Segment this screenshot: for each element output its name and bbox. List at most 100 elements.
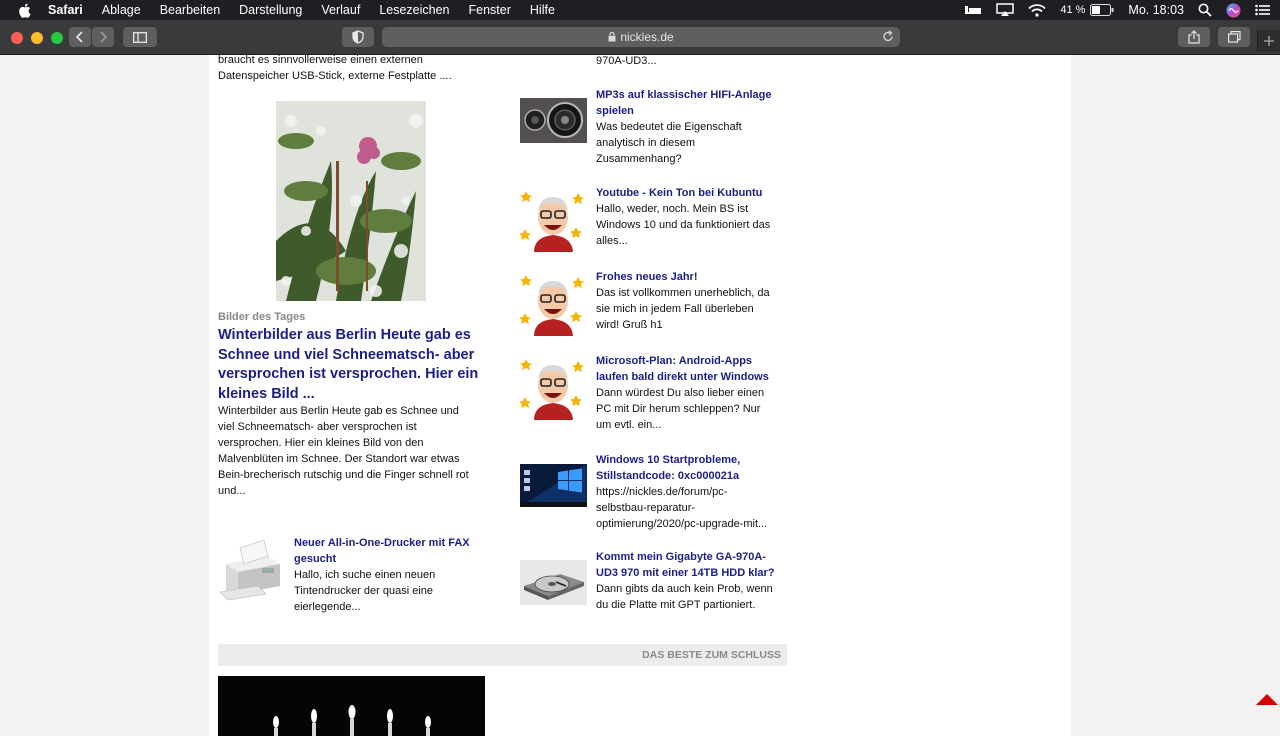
item-body-windows: https://nickles.de/forum/pc- selbstbau-r… [596, 484, 796, 532]
feature-title-line: kleines Bild ... [218, 385, 315, 402]
sidebar-toggle-button[interactable] [123, 27, 157, 47]
chevron-left-icon [75, 31, 83, 43]
safari-toolbar: nickles.de [0, 20, 1280, 55]
minimize-window-button[interactable] [31, 32, 43, 44]
item-body-line: alles... [596, 235, 628, 247]
bed-icon[interactable] [964, 4, 982, 16]
sidebar-icon [133, 31, 147, 43]
snippet-line: braucht es sinnvollerweise einen externe… [218, 55, 423, 66]
forward-button[interactable] [92, 27, 114, 47]
close-window-button[interactable] [11, 32, 23, 44]
item-body-line: Tintendrucker der quasi eine [294, 585, 434, 597]
item-title-link-gigabyte[interactable]: Kommt mein Gigabyte GA-970A- UD3 970 mit… [596, 549, 796, 581]
item-title-line: MP3s auf klassischer HIFI-Anlage [596, 89, 772, 101]
battery-icon[interactable] [1090, 4, 1114, 16]
plus-icon [1264, 36, 1274, 46]
item-title-line: Neuer All-in-One-Drucker mit FAX [294, 537, 470, 549]
item-body-line: Dann würdest Du also lieber einen [596, 387, 765, 399]
scroll-to-top-arrow-icon[interactable] [1256, 694, 1278, 705]
feature-body: Winterbilder aus Berlin Heute gab es Sch… [218, 403, 493, 499]
speaker-thumbnail[interactable] [520, 98, 587, 143]
zoom-window-button[interactable] [51, 32, 63, 44]
hdd-thumbnail[interactable] [520, 560, 587, 605]
siri-icon[interactable] [1226, 3, 1241, 18]
feature-title-line: Winterbilder aus Berlin Heute gab es [218, 327, 471, 343]
feature-body-line: Winterbilder aus Berlin Heute gab es Sch… [218, 405, 459, 417]
feature-body-line: versprochen. Hier ein kleines Bild von d… [218, 437, 424, 449]
wifi-icon[interactable] [1028, 3, 1046, 17]
menu-darstellung[interactable]: Darstellung [239, 3, 302, 17]
item-body-line: sie mich in jedem Fall überleben [596, 303, 754, 315]
printer-title-link[interactable]: Neuer All-in-One-Drucker mit FAX gesucht [294, 535, 494, 567]
item-title-link-neujahr[interactable]: Frohes neues Jahr! [596, 269, 796, 285]
printer-body: Hallo, ich suche einen neuen Tintendruck… [294, 567, 494, 615]
item-title-line: UD3 970 mit einer 14TB HDD klar? [596, 567, 775, 579]
printer-thumbnail[interactable] [218, 534, 285, 604]
item-title-line: Kommt mein Gigabyte GA-970A- [596, 551, 766, 563]
item-body-line: PC mit Dir herum schleppen? Nur [596, 403, 761, 415]
item-body-line: Hallo, ich suche einen neuen [294, 569, 436, 581]
menu-bearbeiten[interactable]: Bearbeiten [160, 3, 220, 17]
item-title-line: Microsoft-Plan: Android-Apps [596, 355, 753, 367]
menu-hilfe[interactable]: Hilfe [530, 3, 555, 17]
item-body-line: analytisch in diesem [596, 137, 696, 149]
avatar-thumbnail[interactable] [520, 269, 587, 336]
item-body-mp3: Was bedeutet die Eigenschaft analytisch … [596, 119, 796, 167]
item-body-line: Windows 10 und da funktioniert das [596, 219, 771, 231]
candles-image[interactable] [218, 676, 485, 736]
item-body-neujahr: Das ist vollkommen unerheblich, da sie m… [596, 285, 796, 333]
item-body-line: selbstbau-reparatur- [596, 502, 696, 514]
menu-app-safari[interactable]: Safari [48, 3, 83, 17]
page-content: braucht es sinnvollerweise einen externe… [209, 55, 1071, 736]
item-body-gigabyte: Dann gibts da auch kein Prob, wenn du di… [596, 581, 796, 613]
shield-icon [352, 30, 364, 44]
tabs-icon [1227, 31, 1241, 43]
item-title-link-mp3[interactable]: MP3s auf klassischer HIFI-Anlage spielen [596, 87, 796, 119]
back-button[interactable] [69, 27, 91, 47]
feature-category[interactable]: Bilder des Tages [218, 311, 305, 323]
menu-ablage[interactable]: Ablage [102, 3, 141, 17]
item-title-link-android[interactable]: Microsoft-Plan: Android-Apps laufen bald… [596, 353, 796, 385]
feature-title-line: versprochen ist versprochen. Hier ein [218, 366, 479, 382]
item-body-line: https://nickles.de/forum/pc- [596, 486, 728, 498]
lock-icon [608, 32, 616, 42]
reload-icon[interactable] [882, 30, 894, 46]
item-title-line: Windows 10 Startprobleme, [596, 454, 741, 466]
clock[interactable]: Mo. 18:03 [1128, 3, 1184, 17]
item-body-line: Was bedeutet die Eigenschaft [596, 121, 742, 133]
privacy-shield-button[interactable] [342, 27, 374, 47]
item-body-line: Zusammenhang? [596, 153, 682, 165]
item-body-android: Dann würdest Du also lieber einen PC mit… [596, 385, 796, 433]
address-bar[interactable]: nickles.de [382, 27, 900, 47]
item-title-line: Stillstandcode: 0xc000021a [596, 470, 740, 482]
battery-percent: 41 % [1060, 4, 1086, 16]
apple-logo-icon[interactable] [18, 2, 34, 18]
item-title-link-youtube[interactable]: Youtube - Kein Ton bei Kubuntu [596, 185, 796, 201]
avatar-thumbnail[interactable] [520, 185, 587, 252]
menu-verlauf[interactable]: Verlauf [321, 3, 360, 17]
chevron-right-icon [100, 31, 108, 43]
section-banner: DAS BESTE ZUM SCHLUSS [218, 644, 787, 666]
article-snippet-top: braucht es sinnvollerweise einen externe… [218, 55, 488, 84]
feature-title-line: Schnee und viel Schneematsch- aber [218, 346, 475, 363]
item-title-link-windows[interactable]: Windows 10 Startprobleme, Stillstandcode… [596, 452, 796, 484]
notification-center-icon[interactable] [1255, 4, 1270, 16]
airplay-icon[interactable] [996, 3, 1015, 17]
feature-body-line: viel Schneematsch- aber versprochen ist [218, 421, 417, 433]
windows-thumbnail[interactable] [520, 464, 587, 507]
menu-lesezeichen[interactable]: Lesezeichen [379, 3, 449, 17]
item-title-line: laufen bald direkt unter Windows [596, 371, 769, 383]
spotlight-search-icon[interactable] [1198, 3, 1212, 17]
avatar-thumbnail[interactable] [520, 353, 587, 420]
share-button[interactable] [1178, 27, 1210, 47]
menu-fenster[interactable]: Fenster [469, 3, 511, 17]
feature-image-snow-flower[interactable] [276, 101, 426, 301]
item-title-line: spielen [596, 105, 634, 117]
share-icon [1188, 30, 1200, 44]
item-body-line: optimierung/2020/pc-upgrade-mit... [596, 518, 768, 530]
new-tab-button[interactable] [1257, 30, 1280, 52]
item-title-line: Frohes neues Jahr! [596, 271, 698, 283]
feature-title-link[interactable]: Winterbilder aus Berlin Heute gab es Sch… [218, 326, 493, 404]
tab-overview-button[interactable] [1218, 27, 1250, 47]
feature-body-line: und... [218, 485, 246, 497]
